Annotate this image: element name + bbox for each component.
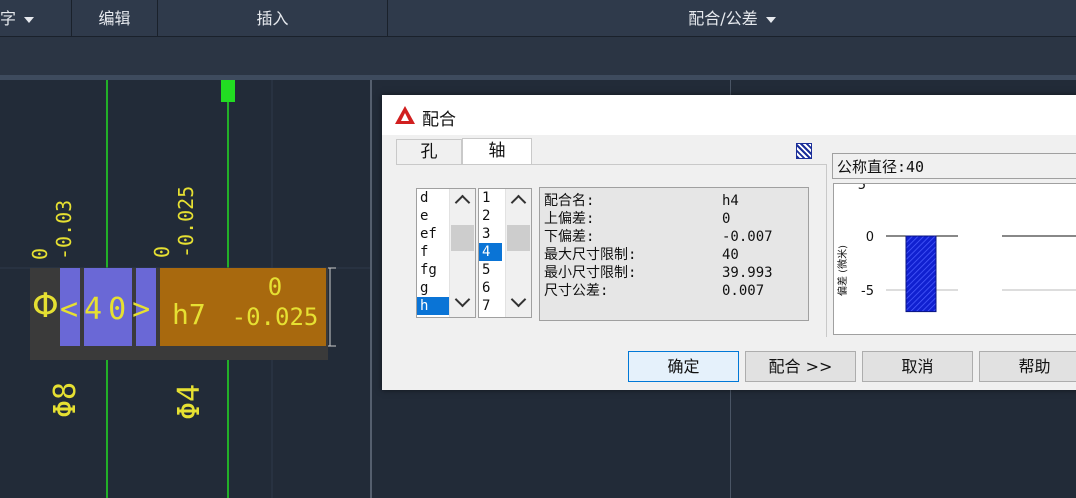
info-value: 0 bbox=[722, 211, 731, 227]
v-tol-left-lower: -0.03 bbox=[52, 199, 76, 260]
info-key: 下偏差: bbox=[544, 229, 595, 245]
deviation-listbox[interactable]: d e ef f fg g h bbox=[416, 188, 476, 318]
ok-button[interactable]: 确定 bbox=[628, 351, 739, 382]
tab-strip: 孔 轴 bbox=[396, 138, 816, 165]
info-value: -0.007 bbox=[722, 229, 773, 245]
ribbon-insert-label: 插入 bbox=[256, 9, 289, 28]
ribbon-tool-area bbox=[0, 37, 1076, 75]
ribbon-fit-label: 配合/公差 bbox=[688, 9, 758, 28]
chevron-up-icon[interactable] bbox=[510, 194, 527, 211]
tol-stack: 0 -0.025 bbox=[220, 272, 330, 332]
cancel-button[interactable]: 取消 bbox=[862, 351, 973, 382]
tab-hole[interactable]: 孔 bbox=[396, 139, 462, 164]
info-key: 最小尺寸限制: bbox=[544, 265, 637, 281]
info-row: 最小尺寸限制: 39.993 bbox=[544, 264, 804, 282]
dim-text-nominal: <40> bbox=[60, 292, 157, 327]
list-item-selected[interactable]: 4 bbox=[479, 243, 502, 261]
v-tol-left: 0 -0.03 bbox=[28, 150, 78, 260]
ribbon-text-label: 字 bbox=[0, 9, 17, 28]
info-key: 最大尺寸限制: bbox=[544, 247, 637, 263]
ribbon-text-panel[interactable]: 字 bbox=[0, 0, 72, 36]
chevron-down-icon bbox=[765, 16, 776, 23]
dim-phi4: Φ4 bbox=[172, 383, 207, 420]
tab-shaft[interactable]: 轴 bbox=[462, 138, 532, 165]
scrollbar-thumb[interactable] bbox=[507, 225, 530, 251]
fit-expand-button[interactable]: 配合 >> bbox=[745, 351, 856, 382]
grip-marker[interactable] bbox=[221, 80, 235, 102]
info-row: 最大尺寸限制: 40 bbox=[544, 246, 804, 264]
v-tol-right-lower: -0.025 bbox=[174, 185, 198, 258]
v-tol-left-upper: 0 bbox=[28, 247, 52, 260]
scrollbar-thumb[interactable] bbox=[451, 225, 474, 251]
dialog-titlebar[interactable]: 配合 bbox=[382, 95, 1076, 135]
info-row: 上偏差: 0 bbox=[544, 210, 804, 228]
ribbon-edit-panel[interactable]: 编辑 bbox=[72, 0, 158, 36]
autocad-window: 字 编辑 插入 配合/公差 Φ <40> h7 0 -0.025 0 -0.03… bbox=[0, 0, 1076, 498]
chevron-down-icon[interactable] bbox=[510, 291, 527, 308]
scrollbar[interactable] bbox=[449, 189, 475, 317]
v-tol-right-upper: 0 bbox=[150, 245, 174, 258]
info-row: 配合名: h4 bbox=[544, 192, 804, 210]
chevron-down-icon bbox=[24, 16, 35, 23]
phi-symbol: Φ bbox=[32, 286, 59, 326]
scrollbar[interactable] bbox=[505, 189, 531, 317]
chevron-down-icon[interactable] bbox=[454, 291, 471, 308]
fit-code-text: h7 bbox=[172, 298, 206, 331]
nominal-diameter-label: 公称直径:40 bbox=[832, 153, 1076, 179]
tol-stack-upper: 0 bbox=[267, 273, 283, 301]
info-value: 40 bbox=[722, 247, 739, 263]
tolerance-plot-svg: 5 0 -5 偏差 (微米) bbox=[836, 184, 1076, 313]
ribbon-fit-panel[interactable]: 配合/公差 bbox=[388, 0, 1076, 36]
info-row: 尺寸公差: 0.007 bbox=[544, 282, 804, 300]
ribbon-insert-panel[interactable]: 插入 bbox=[158, 0, 388, 36]
tick-label: 5 bbox=[858, 184, 866, 193]
autocad-logo-icon bbox=[395, 106, 415, 124]
fit-dialog: 配合 孔 轴 d e ef f fg g h 1 2 3 4 5 6 7 配合名… bbox=[382, 95, 1076, 390]
v-tol-right: 0 -0.025 bbox=[150, 128, 200, 258]
help-button[interactable]: 帮助 bbox=[979, 351, 1076, 382]
ribbon-edit-label: 编辑 bbox=[98, 9, 131, 28]
info-row: 下偏差: -0.007 bbox=[544, 228, 804, 246]
tolerance-bar bbox=[905, 235, 937, 313]
info-value: h4 bbox=[722, 193, 739, 209]
info-value: 0.007 bbox=[722, 283, 765, 299]
tick-label: -5 bbox=[861, 284, 874, 299]
ribbon-panel-bar: 字 编辑 插入 配合/公差 bbox=[0, 0, 1076, 37]
dim-phi8: Φ8 bbox=[48, 381, 83, 418]
info-key: 上偏差: bbox=[544, 211, 595, 227]
y-axis-label: 偏差 (微米) bbox=[836, 245, 849, 296]
chevron-up-icon[interactable] bbox=[454, 194, 471, 211]
tick-label: 0 bbox=[866, 230, 874, 245]
dialog-title: 配合 bbox=[422, 110, 456, 130]
info-key: 配合名: bbox=[544, 193, 595, 209]
info-value: 39.993 bbox=[722, 265, 773, 281]
hatch-pattern-icon[interactable] bbox=[796, 143, 812, 159]
list-item-selected[interactable]: h bbox=[417, 297, 450, 315]
grade-listbox[interactable]: 1 2 3 4 5 6 7 bbox=[478, 188, 532, 318]
info-key: 尺寸公差: bbox=[544, 283, 609, 299]
tolerance-plot: 5 0 -5 偏差 (微米) bbox=[833, 183, 1076, 335]
fit-info-panel: 配合名: h4 上偏差: 0 下偏差: -0.007 最大尺寸限制: 40 最小尺寸限制… bbox=[539, 187, 809, 321]
tol-stack-lower: -0.025 bbox=[231, 303, 319, 331]
